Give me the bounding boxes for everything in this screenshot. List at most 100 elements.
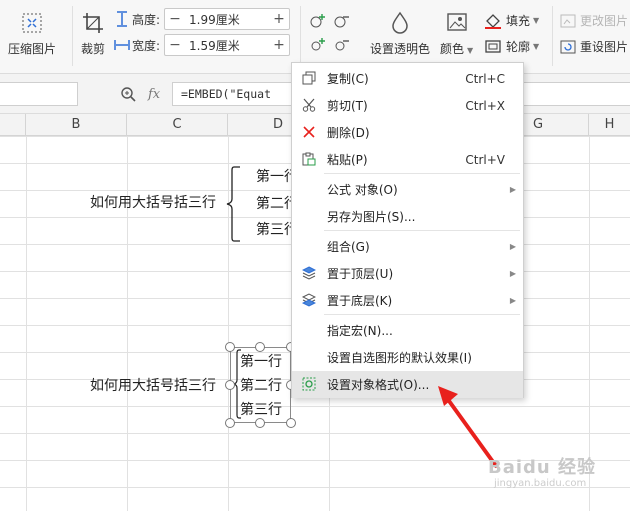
menu-item-formula-object[interactable]: 公式 对象(O) ▶	[292, 176, 523, 203]
width-row: 宽度: − 1.59厘米 +	[114, 34, 291, 56]
width-spinner[interactable]: − 1.59厘米 +	[164, 34, 291, 56]
change-picture-button[interactable]: 更改图片	[560, 12, 628, 29]
menu-shortcut: Ctrl+X	[465, 98, 505, 113]
menu-item-bring-to-front[interactable]: 置于顶层(U) ▶	[292, 260, 523, 287]
outline-label: 轮廓	[506, 40, 531, 54]
crop-icon	[80, 10, 106, 36]
crop-button[interactable]: 裁剪	[80, 10, 106, 57]
menu-label: 组合(G)	[327, 240, 370, 254]
menu-item-delete[interactable]: 删除(D)	[292, 119, 523, 146]
height-decrement-button[interactable]: −	[165, 9, 185, 29]
fill-label: 填充	[506, 14, 531, 28]
menu-label: 设置自选图形的默认效果(I)	[327, 351, 472, 365]
menu-label: 置于顶层(U)	[327, 267, 394, 281]
height-label: 高度:	[132, 12, 161, 27]
menu-label: 置于底层(K)	[327, 294, 393, 308]
format-object-icon	[301, 376, 317, 392]
height-row: 高度: − 1.99厘米 +	[114, 8, 291, 30]
outline-button[interactable]: 轮廓 ▼	[484, 38, 539, 55]
menu-label: 设置对象格式(O)...	[327, 378, 430, 392]
fill-bucket-icon	[485, 13, 501, 29]
menu-item-copy[interactable]: 复制(C) Ctrl+C	[292, 65, 523, 92]
menu-item-assign-macro[interactable]: 指定宏(N)...	[292, 317, 523, 344]
menu-separator	[324, 173, 520, 174]
outline-icon	[485, 39, 501, 53]
crop-label: 裁剪	[80, 42, 105, 56]
reset-picture-button[interactable]: 重设图片	[560, 38, 628, 55]
grid-line	[26, 136, 27, 511]
chevron-right-icon: ▶	[509, 296, 516, 305]
scissors-icon	[301, 97, 317, 113]
fill-button[interactable]: 填充 ▼	[484, 12, 539, 29]
chevron-down-icon: ▼	[467, 46, 474, 55]
height-spinner[interactable]: − 1.99厘米 +	[164, 8, 291, 30]
watermark-url: jingyan.baidu.com	[494, 478, 587, 489]
bring-to-front-icon	[301, 265, 317, 281]
cell-question-2[interactable]: 如何用大括号括三行	[90, 375, 216, 395]
menu-label: 粘贴(P)	[327, 153, 368, 167]
chevron-right-icon: ▶	[509, 242, 516, 251]
width-label: 宽度:	[132, 38, 161, 53]
ribbon-divider	[552, 6, 553, 66]
reset-picture-icon	[560, 40, 576, 53]
resize-handle[interactable]	[225, 418, 235, 428]
formula-tools: fx	[120, 86, 160, 102]
width-icon	[114, 40, 130, 50]
chevron-right-icon: ▶	[509, 185, 516, 194]
delete-x-icon	[301, 124, 317, 140]
object-row-1: 第一行	[240, 354, 282, 370]
menu-item-send-to-back[interactable]: 置于底层(K) ▶	[292, 287, 523, 314]
context-menu: 复制(C) Ctrl+C 剪切(T) Ctrl+X 删除(D) 粘贴(P) Ct…	[291, 62, 524, 398]
menu-shortcut: Ctrl+V	[465, 152, 505, 167]
menu-item-cut[interactable]: 剪切(T) Ctrl+X	[292, 92, 523, 119]
send-to-back-icon	[301, 292, 317, 308]
compress-picture-button[interactable]: 压缩图片	[8, 10, 56, 57]
object-row-3: 第三行	[240, 402, 282, 418]
resize-handle[interactable]	[286, 418, 296, 428]
resize-handle[interactable]	[225, 380, 235, 390]
brace-icon	[226, 166, 240, 242]
width-input[interactable]: 1.59厘米	[185, 37, 269, 54]
menu-item-group[interactable]: 组合(G) ▶	[292, 233, 523, 260]
picture-color-icon	[444, 10, 470, 36]
menu-label: 公式 对象(O)	[327, 183, 398, 197]
menu-item-paste[interactable]: 粘贴(P) Ctrl+V	[292, 146, 523, 173]
height-input[interactable]: 1.99厘米	[185, 11, 269, 28]
menu-separator	[324, 230, 520, 231]
menu-label: 指定宏(N)...	[327, 324, 393, 338]
ribbon-divider	[72, 6, 73, 66]
resize-handle[interactable]	[225, 342, 235, 352]
droplet-icon	[387, 10, 413, 36]
cell-question-1[interactable]: 如何用大括号括三行	[90, 192, 216, 212]
column-header-b[interactable]: B	[26, 114, 127, 136]
chevron-right-icon: ▶	[509, 269, 516, 278]
menu-item-save-as-picture[interactable]: 另存为图片(S)...	[292, 203, 523, 230]
equation-object[interactable]: 第一行 第二行 第三行	[230, 347, 291, 423]
paste-icon	[301, 151, 317, 167]
name-box[interactable]	[0, 82, 78, 106]
height-increment-button[interactable]: +	[269, 9, 289, 29]
compress-label: 压缩图片	[8, 42, 57, 56]
compress-icon	[19, 10, 45, 36]
height-icon	[117, 11, 127, 27]
set-transparent-color-button[interactable]: 设置透明色	[370, 10, 430, 57]
width-decrement-button[interactable]: −	[165, 35, 185, 55]
change-picture-label: 更改图片	[580, 14, 629, 28]
column-header-c[interactable]: C	[127, 114, 228, 136]
column-header-h[interactable]: H	[589, 114, 630, 136]
menu-label: 复制(C)	[327, 72, 369, 86]
transparent-label: 设置透明色	[370, 42, 431, 56]
zoom-icon[interactable]	[120, 86, 136, 102]
chevron-down-icon: ▼	[533, 16, 540, 25]
chevron-down-icon: ▼	[533, 42, 540, 51]
menu-label: 剪切(T)	[327, 99, 368, 113]
resize-handle[interactable]	[255, 342, 265, 352]
width-increment-button[interactable]: +	[269, 35, 289, 55]
resize-handle[interactable]	[255, 418, 265, 428]
color-button[interactable]: 颜色 ▼	[440, 10, 473, 57]
menu-shortcut: Ctrl+C	[465, 71, 505, 86]
fx-icon[interactable]: fx	[148, 87, 160, 102]
column-header-a[interactable]	[0, 114, 26, 136]
object-row-2: 第二行	[240, 378, 282, 394]
menu-item-default-shape-effect[interactable]: 设置自选图形的默认效果(I)	[292, 344, 523, 371]
